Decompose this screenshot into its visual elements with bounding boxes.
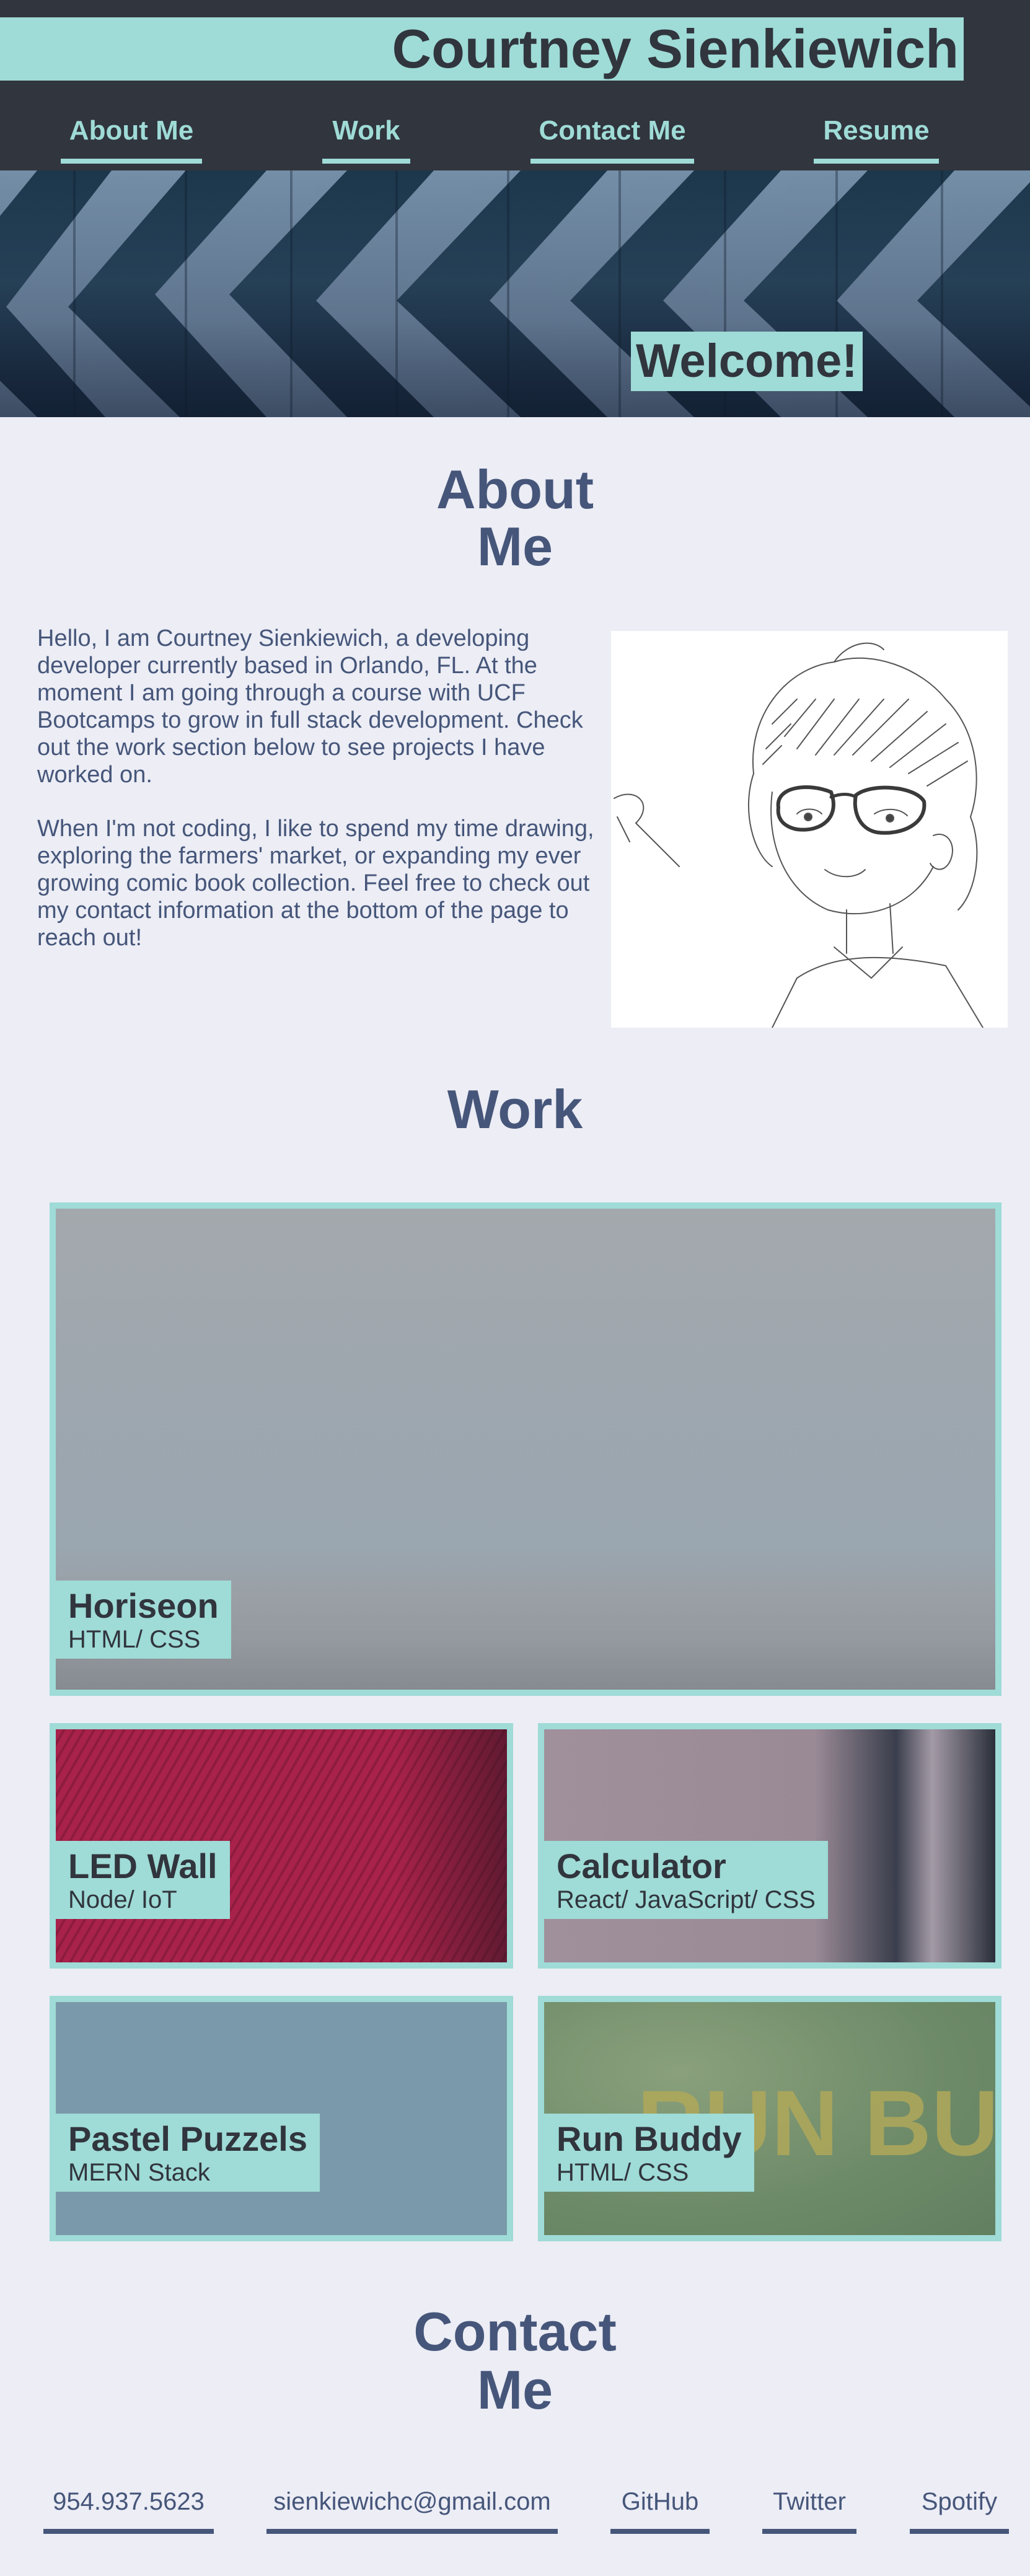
project-label-led-wall: LED Wall Node/ IoT: [56, 1841, 230, 1919]
nav-resume[interactable]: Resume: [814, 110, 939, 164]
welcome-heading: Welcome!: [631, 332, 863, 391]
portrait-illustration: [614, 642, 984, 1028]
about-paragraph-1: Hello, I am Courtney Sienkiewich, a deve…: [37, 625, 583, 788]
project-label-horiseon: Horiseon HTML/ CSS: [56, 1581, 231, 1659]
project-card-led-wall[interactable]: LED Wall Node/ IoT: [50, 1723, 513, 1969]
project-label-calculator: Calculator React/ JavaScript/ CSS: [544, 1841, 828, 1919]
contact-github-link[interactable]: GitHub: [610, 2477, 710, 2534]
contact-phone-link[interactable]: 954.937.5623: [43, 2477, 214, 2534]
site-header: Courtney Sienkiewich About Me Work Conta…: [0, 0, 1030, 170]
project-name: Calculator: [557, 1846, 726, 1886]
contact-spotify-link[interactable]: Spotify: [910, 2477, 1009, 2534]
project-label-pastel-puzzels: Pastel Puzzels MERN Stack: [56, 2114, 320, 2192]
project-name: Horiseon: [68, 1586, 219, 1625]
project-name: Run Buddy: [557, 2119, 742, 2158]
site-title: Courtney Sienkiewich: [392, 18, 959, 79]
nav-work[interactable]: Work: [322, 110, 410, 164]
project-tech: React/ JavaScript/ CSS: [557, 1886, 816, 1913]
project-card-pastel-puzzels[interactable]: Pastel Puzzels MERN Stack: [50, 1996, 513, 2241]
title-banner: Courtney Sienkiewich: [0, 17, 964, 81]
project-name: LED Wall: [68, 1846, 218, 1886]
about-paragraph-2: When I'm not coding, I like to spend my …: [37, 816, 594, 951]
project-tech: MERN Stack: [68, 2159, 210, 2186]
project-card-horiseon[interactable]: Horiseon HTML/ CSS: [50, 1202, 1001, 1696]
nav-about-me[interactable]: About Me: [61, 110, 202, 164]
project-card-run-buddy[interactable]: RUN BU Run Buddy HTML/ CSS: [538, 1996, 1001, 2241]
work-heading: Work: [447, 1078, 583, 1140]
led-shadow: [395, 1729, 507, 1962]
hero-background-image: [0, 170, 1030, 417]
project-card-calculator[interactable]: Calculator React/ JavaScript/ CSS: [538, 1723, 1001, 1969]
hero-banner: Welcome!: [0, 170, 1030, 417]
nav-contact-me[interactable]: Contact Me: [530, 110, 694, 164]
about-heading-line1: About: [436, 459, 594, 520]
project-tech: HTML/ CSS: [68, 1626, 201, 1653]
project-name: Pastel Puzzels: [68, 2119, 307, 2158]
project-tech: Node/ IoT: [68, 1886, 177, 1913]
contact-twitter-link[interactable]: Twitter: [762, 2477, 856, 2534]
project-label-run-buddy: Run Buddy HTML/ CSS: [544, 2114, 754, 2192]
contact-heading-line1: Contact: [413, 2301, 617, 2362]
portrait-sketch: [611, 631, 1008, 1028]
project-tech: HTML/ CSS: [557, 2159, 689, 2186]
contact-email-link[interactable]: sienkiewichc@gmail.com: [266, 2477, 558, 2534]
about-heading-line2: Me: [477, 516, 553, 577]
contact-heading-line2: Me: [477, 2359, 553, 2420]
